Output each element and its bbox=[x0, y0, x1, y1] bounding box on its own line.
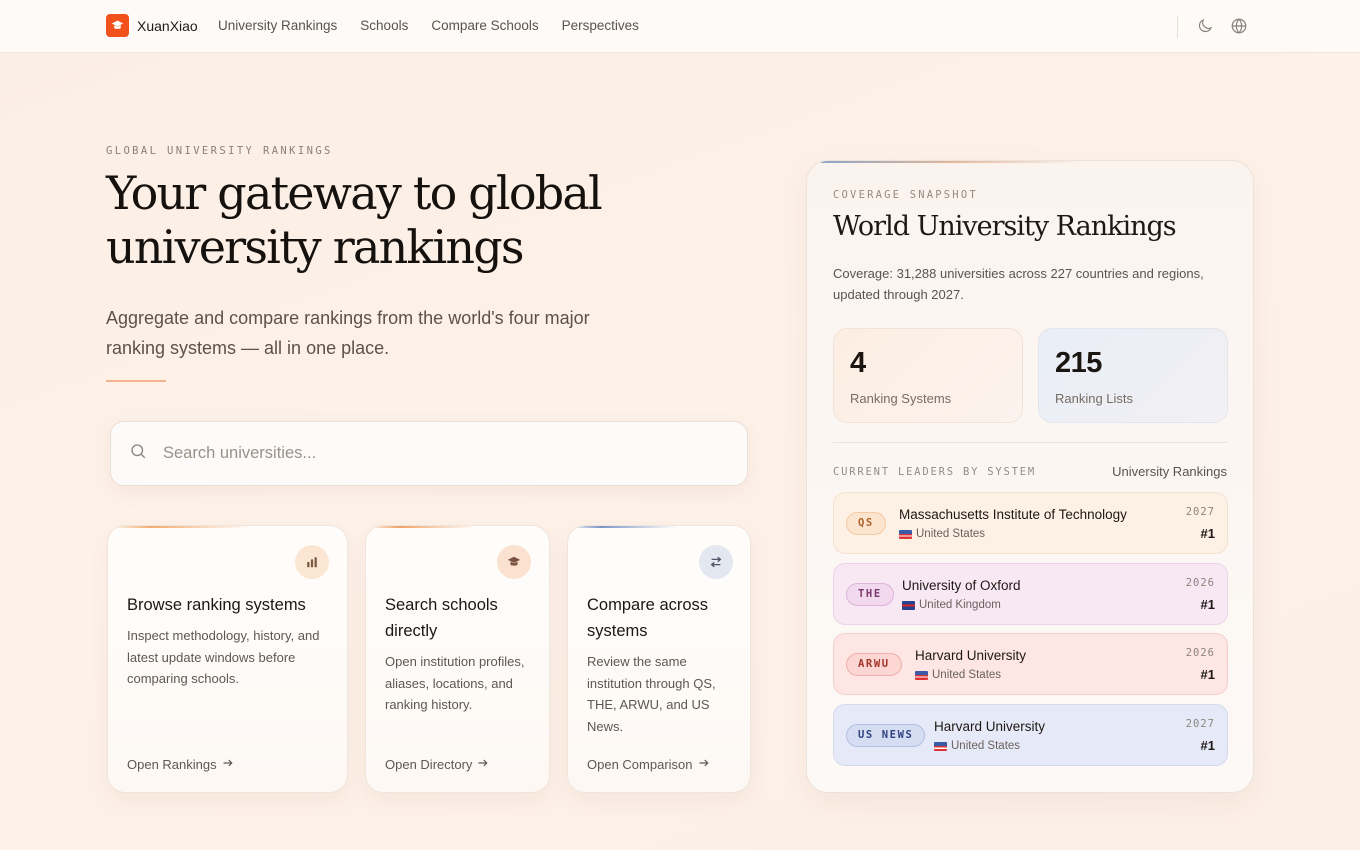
graduation-cap-icon bbox=[497, 545, 531, 579]
nav-divider bbox=[1177, 16, 1178, 38]
leader-year: 2027 bbox=[1185, 718, 1215, 730]
panel-title: World University Rankings bbox=[833, 211, 1177, 242]
hero-subtitle: Aggregate and compare rankings from the … bbox=[106, 308, 590, 358]
bar-chart-icon bbox=[295, 545, 329, 579]
open-comparison-link[interactable]: Open Comparison bbox=[587, 757, 710, 772]
feature-desc: Review the same institution through QS, … bbox=[587, 654, 716, 734]
stat-ranking-lists: 215 Ranking Lists bbox=[1038, 328, 1228, 423]
leader-university: Harvard University bbox=[915, 648, 1027, 663]
feature-card-search[interactable]: Search schools directly Open institution… bbox=[365, 525, 550, 793]
brand-name: XuanXiao bbox=[137, 17, 198, 34]
stat-value: 215 bbox=[1055, 347, 1102, 379]
arrow-right-icon bbox=[698, 757, 710, 772]
hero-eyebrow: GLOBAL UNIVERSITY RANKINGS bbox=[106, 145, 333, 157]
nav-link-perspectives[interactable]: Perspectives bbox=[562, 18, 639, 33]
search-icon bbox=[129, 442, 147, 465]
leader-country: United Kingdom bbox=[902, 599, 1001, 611]
leader-row-usnews[interactable]: US NEWS Harvard University United States… bbox=[833, 704, 1228, 766]
leader-rank: #1 bbox=[1200, 526, 1215, 541]
system-badge-qs: QS bbox=[846, 512, 886, 535]
feature-title: Browse ranking systems bbox=[127, 596, 306, 614]
leader-row-arwu[interactable]: ARWU Harvard University United States 20… bbox=[833, 633, 1228, 695]
us-flag-icon bbox=[934, 741, 947, 751]
leader-rank: #1 bbox=[1200, 667, 1215, 682]
leader-year: 2026 bbox=[1185, 647, 1215, 659]
nav-link-university-rankings[interactable]: University Rankings bbox=[218, 18, 337, 33]
leader-rank: #1 bbox=[1200, 597, 1215, 612]
swap-arrows-icon bbox=[699, 545, 733, 579]
search-bar[interactable] bbox=[110, 421, 748, 486]
system-badge-usnews: US NEWS bbox=[846, 724, 926, 747]
feature-desc: Inspect methodology, history, and latest… bbox=[127, 628, 320, 686]
leader-university: Massachusetts Institute of Technology bbox=[899, 507, 1127, 522]
feature-title: Search schools directly bbox=[385, 596, 498, 640]
top-nav: XuanXiao University Rankings Schools Com… bbox=[0, 0, 1360, 53]
stat-label: Ranking Lists bbox=[1055, 391, 1134, 406]
leader-country: United States bbox=[934, 740, 1020, 752]
nav-link-schools[interactable]: Schools bbox=[360, 18, 408, 33]
feature-desc: Open institution profiles, aliases, loca… bbox=[385, 654, 525, 712]
leader-row-qs[interactable]: QS Massachusetts Institute of Technology… bbox=[833, 492, 1228, 554]
system-badge-arwu: ARWU bbox=[846, 653, 902, 676]
arrow-right-icon bbox=[477, 757, 489, 772]
panel-eyebrow: COVERAGE SNAPSHOT bbox=[833, 189, 978, 201]
nav-link-compare-schools[interactable]: Compare Schools bbox=[431, 18, 538, 33]
leader-year: 2027 bbox=[1185, 506, 1215, 518]
brand-logo-icon bbox=[106, 14, 129, 37]
us-flag-icon bbox=[915, 670, 928, 680]
leader-university: University of Oxford bbox=[902, 578, 1021, 593]
feature-card-compare[interactable]: Compare across systems Review the same i… bbox=[567, 525, 751, 793]
coverage-panel: COVERAGE SNAPSHOT World University Ranki… bbox=[806, 160, 1254, 793]
feature-card-browse[interactable]: Browse ranking systems Inspect methodolo… bbox=[107, 525, 348, 793]
stat-value: 4 bbox=[850, 347, 866, 379]
hero-accent-rule bbox=[106, 380, 166, 382]
leader-rank: #1 bbox=[1200, 738, 1215, 753]
globe-icon[interactable] bbox=[1230, 17, 1248, 35]
us-flag-icon bbox=[899, 529, 912, 539]
leader-year: 2026 bbox=[1185, 577, 1215, 589]
hero-title: Your gateway to global university rankin… bbox=[106, 166, 603, 274]
search-input[interactable] bbox=[163, 444, 723, 463]
stat-label: Ranking Systems bbox=[850, 391, 952, 406]
system-badge-the: THE bbox=[846, 583, 894, 606]
leader-country: United States bbox=[915, 669, 1001, 681]
leaders-label: CURRENT LEADERS BY SYSTEM bbox=[833, 466, 1037, 478]
open-directory-link[interactable]: Open Directory bbox=[385, 757, 489, 772]
leader-university: Harvard University bbox=[934, 719, 1046, 734]
feature-title: Compare across systems bbox=[587, 596, 709, 640]
leader-row-the[interactable]: THE University of Oxford United Kingdom … bbox=[833, 563, 1228, 625]
uk-flag-icon bbox=[902, 600, 915, 610]
panel-divider bbox=[833, 442, 1227, 443]
arrow-right-icon bbox=[222, 757, 234, 772]
moon-icon[interactable] bbox=[1196, 17, 1214, 35]
open-rankings-link[interactable]: Open Rankings bbox=[127, 757, 234, 772]
nav-links: University Rankings Schools Compare Scho… bbox=[218, 18, 639, 33]
university-rankings-link[interactable]: University Rankings bbox=[1112, 464, 1227, 479]
brand[interactable]: XuanXiao bbox=[106, 14, 198, 37]
coverage-text: Coverage: 31,288 universities across 227… bbox=[833, 266, 1204, 302]
stat-ranking-systems: 4 Ranking Systems bbox=[833, 328, 1023, 423]
leader-country: United States bbox=[899, 528, 985, 540]
